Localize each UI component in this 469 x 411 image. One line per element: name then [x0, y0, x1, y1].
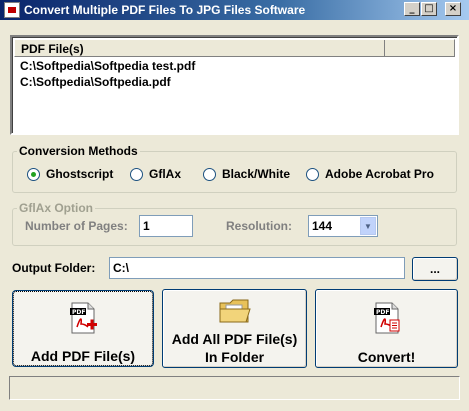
- chevron-down-icon[interactable]: ▼: [360, 217, 376, 235]
- folder-icon: [219, 299, 251, 323]
- convert-button[interactable]: PDF Convert!: [315, 289, 458, 368]
- radio-selected-icon: [27, 167, 40, 181]
- output-folder-input[interactable]: C:\: [109, 257, 405, 279]
- radio-gflax[interactable]: GflAx: [130, 167, 181, 181]
- close-button[interactable]: ×: [445, 2, 461, 16]
- output-folder-label: Output Folder:: [12, 261, 96, 275]
- resolution-label: Resolution:: [226, 219, 292, 233]
- browse-button[interactable]: ...: [412, 257, 458, 281]
- list-header: PDF File(s): [14, 39, 455, 57]
- gflax-option-legend: GflAx Option: [17, 201, 95, 215]
- window-title: Convert Multiple PDF Files To JPG Files …: [24, 3, 306, 17]
- radio-ghostscript[interactable]: Ghostscript: [27, 167, 113, 181]
- title-bar[interactable]: Convert Multiple PDF Files To JPG Files …: [0, 0, 469, 20]
- app-icon: [4, 2, 20, 18]
- pages-label: Number of Pages:: [25, 219, 128, 233]
- maximize-button[interactable]: □: [421, 2, 437, 16]
- pdf-add-icon: PDF: [70, 302, 97, 334]
- add-folder-button[interactable]: Add All PDF File(s) In Folder: [162, 289, 307, 368]
- radio-icon: [130, 167, 143, 181]
- radio-icon: [306, 167, 319, 181]
- radio-icon: [203, 167, 216, 181]
- pdf-convert-icon: PDF: [373, 302, 399, 334]
- add-pdf-files-button[interactable]: PDF Add PDF File(s): [13, 291, 153, 366]
- column-header-pdf-files[interactable]: PDF File(s): [15, 40, 385, 56]
- resolution-select[interactable]: 144 ▼: [308, 215, 378, 237]
- list-item[interactable]: C:\Softpedia\Softpedia test.pdf: [20, 59, 195, 73]
- svg-text:PDF: PDF: [72, 309, 85, 316]
- list-item[interactable]: C:\Softpedia\Softpedia.pdf: [20, 75, 171, 89]
- radio-black-white[interactable]: Black/White: [203, 167, 290, 181]
- radio-adobe-acrobat-pro[interactable]: Adobe Acrobat Pro: [306, 167, 434, 181]
- minimize-button[interactable]: _: [404, 2, 420, 16]
- pdf-file-list[interactable]: PDF File(s) C:\Softpedia\Softpedia test.…: [10, 35, 459, 135]
- conversion-methods-legend: Conversion Methods: [17, 144, 140, 158]
- status-bar: [9, 376, 460, 400]
- svg-text:PDF: PDF: [376, 309, 389, 316]
- pages-input[interactable]: 1: [139, 215, 193, 237]
